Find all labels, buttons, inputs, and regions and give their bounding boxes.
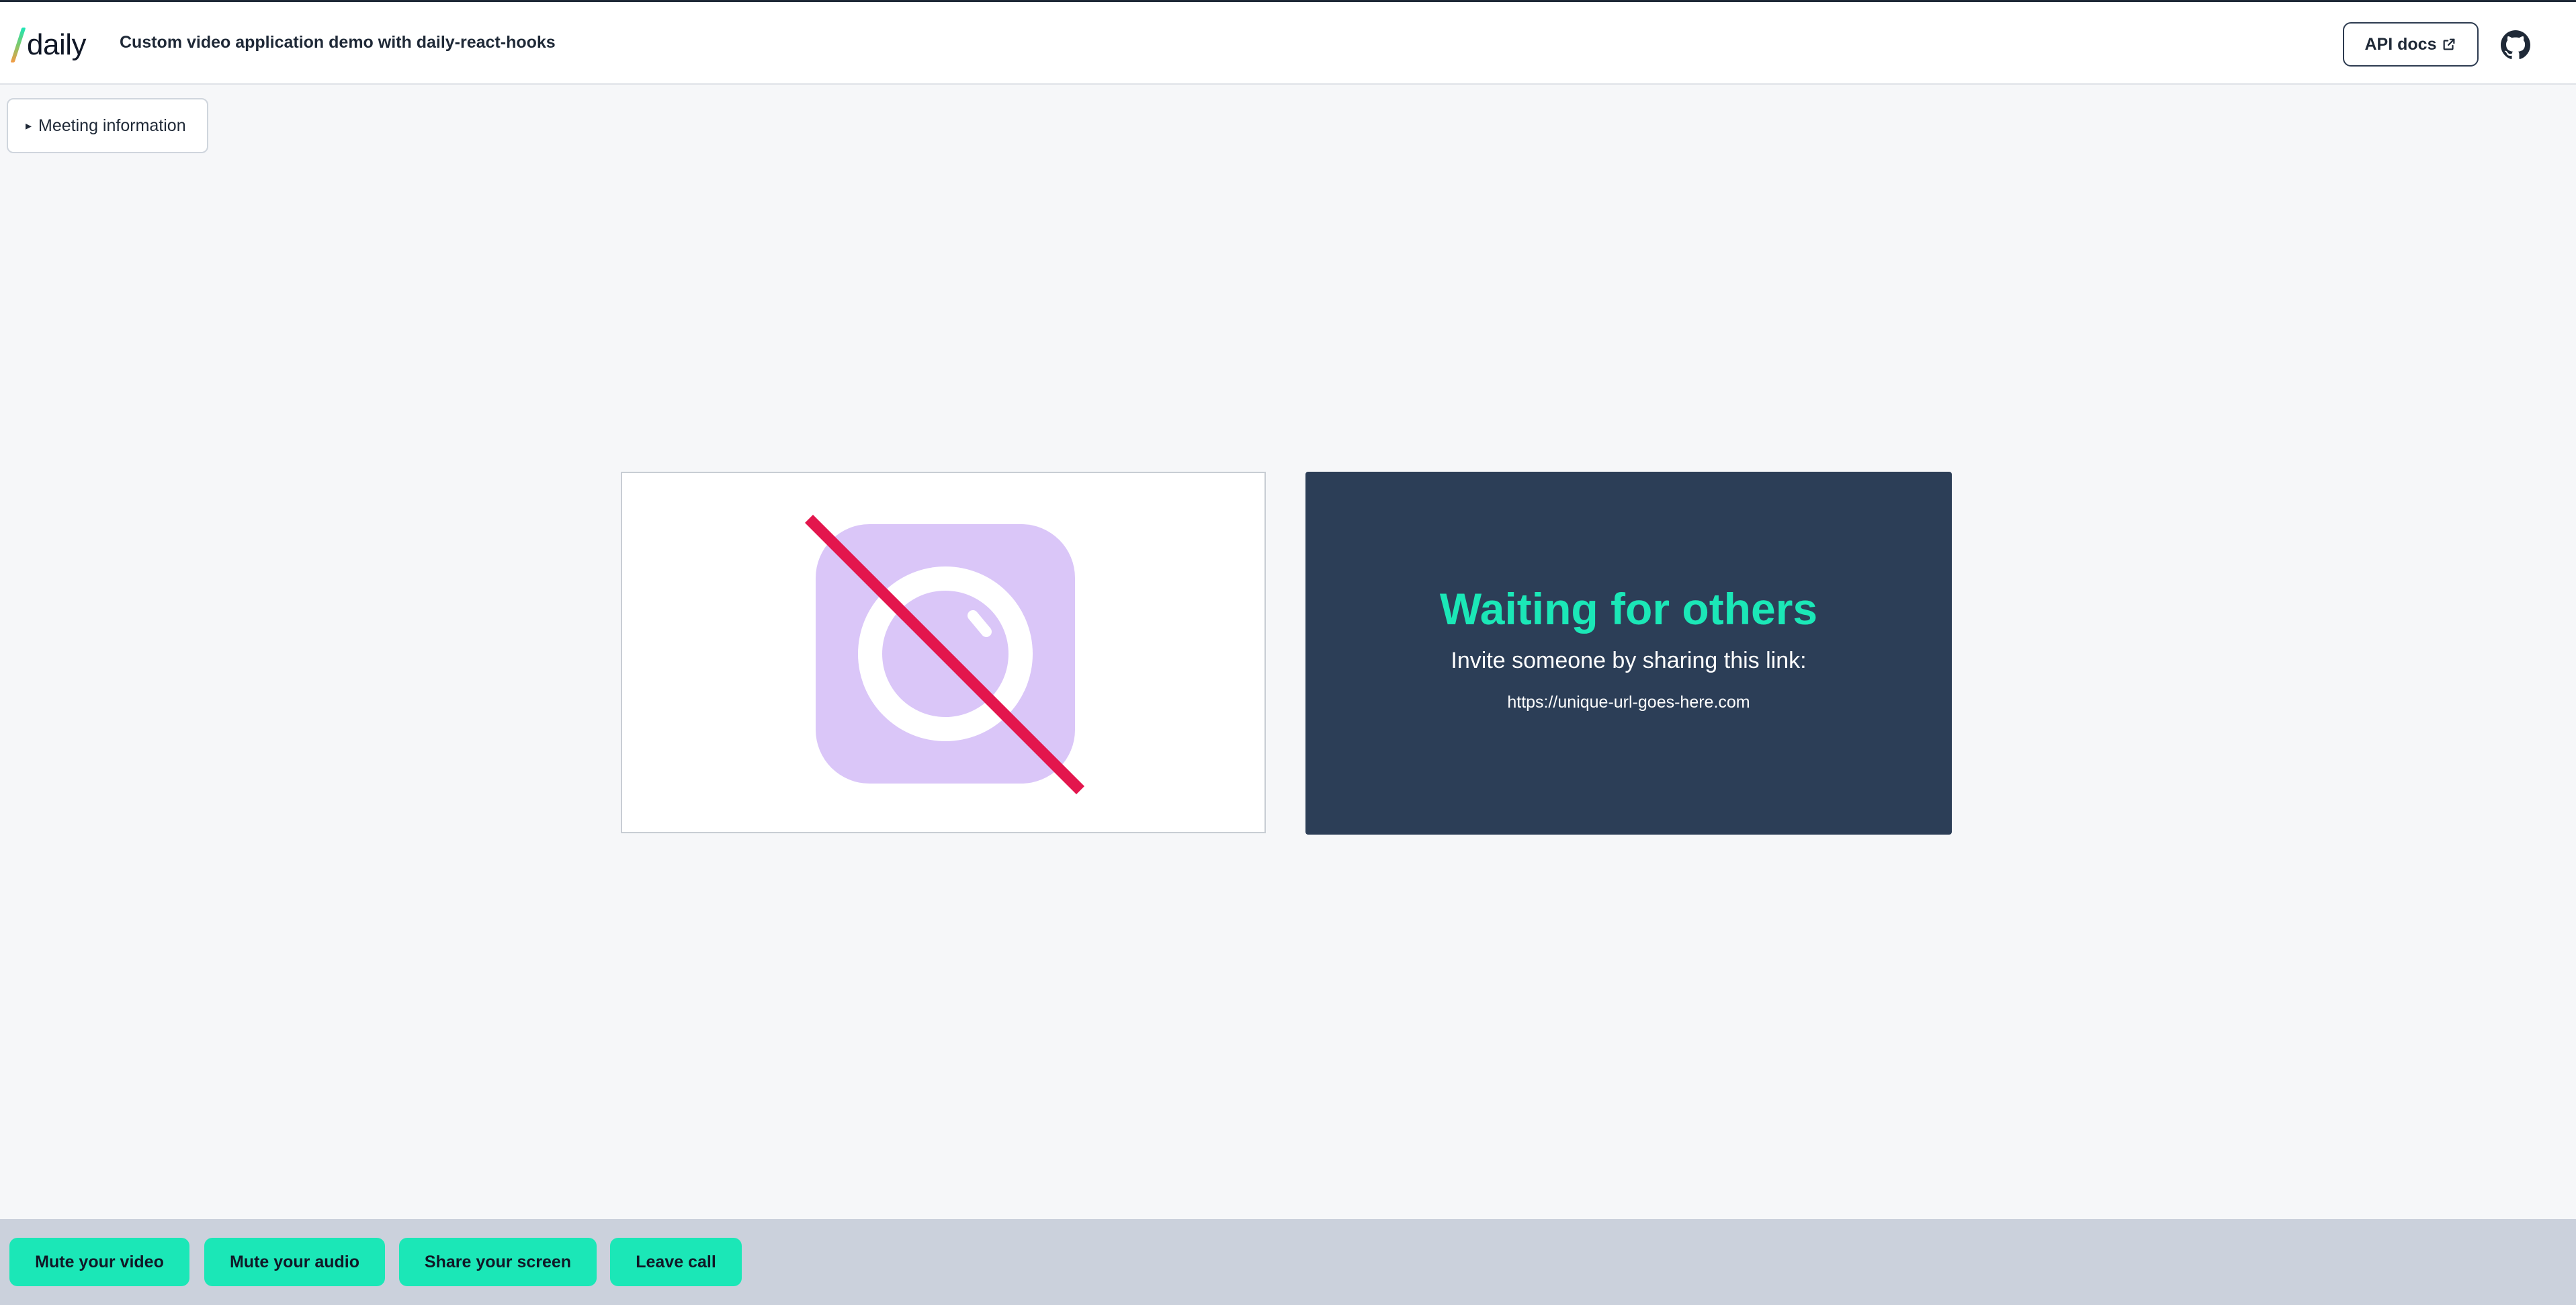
meeting-information-toggle[interactable]: ▸ Meeting information: [7, 98, 208, 153]
camera-off-icon: [804, 514, 1085, 795]
app-page: daily Custom video application demo with…: [0, 0, 2576, 1305]
api-docs-button[interactable]: API docs: [2343, 22, 2479, 67]
header: daily Custom video application demo with…: [0, 0, 2576, 85]
logo-slash-icon: [10, 28, 26, 62]
github-icon[interactable]: [2501, 30, 2530, 60]
external-link-icon: [2444, 38, 2455, 50]
call-tray: Mute your video Mute your audio Share yo…: [0, 1219, 2576, 1305]
share-link[interactable]: https://unique-url-goes-here.com: [1507, 693, 1750, 712]
meeting-information-label: Meeting information: [38, 116, 186, 135]
app-title: Custom video application demo with daily…: [120, 33, 556, 52]
daily-logo[interactable]: daily: [10, 25, 87, 65]
api-docs-label: API docs: [2364, 34, 2437, 54]
disclosure-triangle-icon: ▸: [26, 118, 32, 132]
invite-text: Invite someone by sharing this link:: [1451, 648, 1807, 673]
mute-video-button[interactable]: Mute your video: [9, 1238, 189, 1286]
leave-call-button[interactable]: Leave call: [610, 1238, 742, 1286]
waiting-title: Waiting for others: [1439, 584, 1818, 634]
logo-text: daily: [27, 28, 87, 61]
self-video-tile: [621, 472, 1266, 833]
share-screen-button[interactable]: Share your screen: [399, 1238, 597, 1286]
mute-audio-button[interactable]: Mute your audio: [204, 1238, 385, 1286]
waiting-tile: Waiting for others Invite someone by sha…: [1305, 472, 1952, 835]
